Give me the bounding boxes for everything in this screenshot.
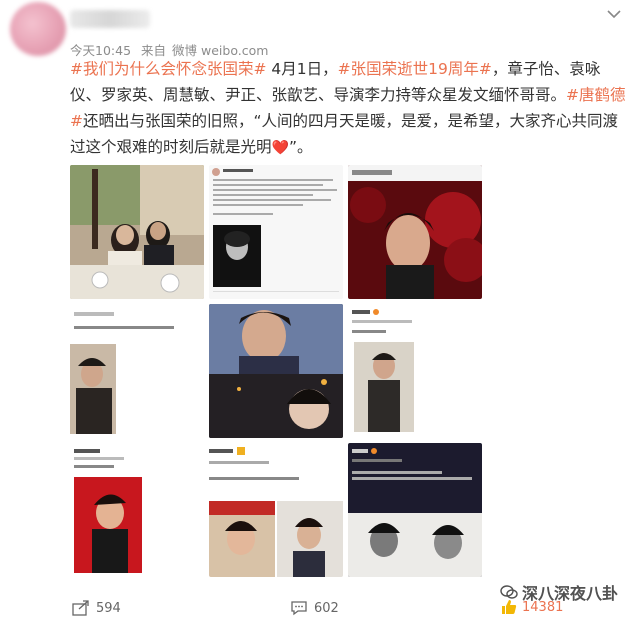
post-text-part2: 还晒出与张国荣的旧照，“人间的四月天是暖，是爱，是希望，大家齐心共同渡过这个艰难… [70, 112, 619, 156]
user-avatar[interactable] [10, 2, 66, 56]
share-icon [72, 600, 89, 616]
like-count: 14381 [522, 599, 564, 615]
comment-icon [291, 601, 307, 616]
share-button[interactable]: 594 [72, 600, 121, 616]
more-options-button[interactable] [602, 4, 626, 24]
post-date-text: 4月1日， [266, 60, 338, 78]
heart-icon: ❤️ [271, 140, 289, 156]
comment-count: 602 [314, 600, 339, 616]
image-thumbnail-8[interactable] [209, 443, 343, 577]
post-text-end: ”。 [288, 138, 313, 156]
image-thumbnail-9[interactable] [348, 443, 482, 577]
chevron-down-icon [607, 10, 621, 19]
post-text: #我们为什么会怀念张国荣# 4月1日，#张国荣逝世19周年#，章子怡、袁咏仪、罗… [70, 56, 630, 161]
image-thumbnail-6[interactable] [348, 304, 482, 438]
image-thumbnail-4[interactable] [70, 304, 204, 438]
username-blurred[interactable] [70, 10, 150, 28]
image-thumbnail-2[interactable] [209, 165, 343, 299]
hashtag-anniversary[interactable]: #张国荣逝世19周年# [338, 60, 492, 78]
share-count: 594 [96, 600, 121, 616]
image-thumbnail-5[interactable] [209, 304, 343, 438]
like-button[interactable]: 14381 [500, 598, 563, 616]
image-grid [70, 165, 482, 577]
image-thumbnail-1[interactable] [70, 165, 204, 299]
comment-button[interactable]: 602 [290, 600, 339, 616]
thumbs-up-icon [502, 600, 517, 614]
hashtag-why-miss[interactable]: #我们为什么会怀念张国荣# [70, 60, 266, 78]
image-thumbnail-3[interactable] [348, 165, 482, 299]
image-thumbnail-7[interactable] [70, 443, 204, 577]
post-actions: 594 602 14381 [0, 596, 640, 622]
